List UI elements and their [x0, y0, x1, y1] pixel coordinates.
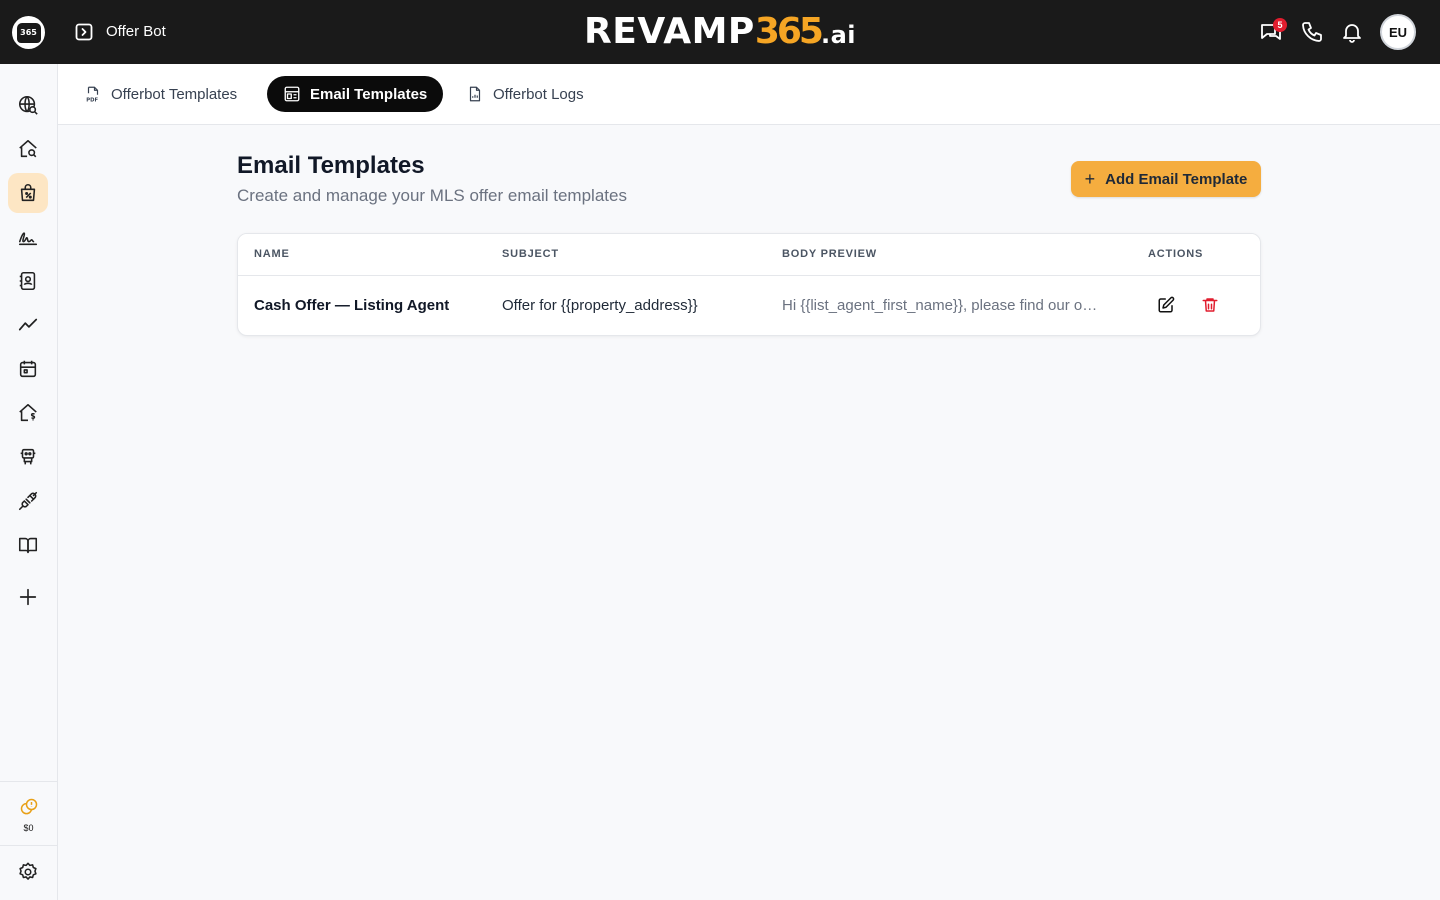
plug-icon — [18, 491, 38, 511]
add-email-template-button[interactable]: + Add Email Template — [1071, 161, 1261, 197]
calendar-icon — [19, 360, 37, 378]
trend-line-icon — [18, 318, 38, 331]
app-logo[interactable]: 365 — [12, 16, 45, 49]
home-search-icon — [19, 139, 37, 158]
sidebar-item-offer-bot[interactable] — [8, 173, 48, 213]
book-open-icon — [18, 537, 38, 554]
signature-icon — [18, 232, 38, 246]
tab-label: Email Templates — [310, 85, 428, 103]
column-header-subject: SUBJECT — [502, 248, 559, 260]
sidebar-item-contacts[interactable] — [8, 261, 48, 301]
notification-count-badge: 5 — [1273, 18, 1287, 32]
user-avatar[interactable]: EU — [1380, 14, 1416, 50]
sidebar-item-ai-agent[interactable] — [8, 437, 48, 477]
app-logo-text: 365 — [16, 22, 41, 43]
tab-label: Offerbot Templates — [111, 85, 238, 103]
edit-icon[interactable] — [1157, 296, 1175, 314]
sidebar-item-property-search[interactable] — [8, 129, 48, 169]
column-header-name: NAME — [254, 248, 290, 260]
sidebar-item-knowledge-base[interactable] — [8, 525, 48, 565]
trash-icon[interactable] — [1201, 296, 1219, 314]
robot-icon — [20, 448, 36, 465]
page-title: Email Templates — [237, 152, 425, 179]
table-header: NAME SUBJECT BODY PREVIEW ACTIONS — [238, 234, 1260, 276]
sidebar-divider — [0, 781, 57, 782]
coins-icon — [20, 798, 37, 815]
bell-icon[interactable] — [1340, 20, 1364, 44]
credits-amount: $0 — [23, 823, 34, 833]
brand-number: 365 — [754, 11, 824, 52]
pdf-file-icon: PDF — [86, 86, 98, 104]
page-subtitle: Create and manage your MLS offer email t… — [237, 186, 627, 205]
sidebar: $0 — [0, 64, 58, 900]
tab-offerbot-logs[interactable]: Offerbot Logs — [450, 76, 600, 112]
sidebar-item-market-search[interactable] — [8, 85, 48, 125]
template-layout-icon — [284, 86, 300, 102]
plus-icon — [19, 588, 37, 606]
template-subject: Offer for {{property_address}} — [502, 297, 698, 314]
sidebar-item-analytics[interactable] — [8, 305, 48, 345]
tab-email-templates[interactable]: Email Templates — [267, 76, 444, 112]
svg-text:PDF: PDF — [86, 98, 98, 104]
tab-label: Offerbot Logs — [493, 85, 584, 103]
sidebar-item-signatures[interactable] — [8, 217, 48, 257]
credits-balance[interactable]: $0 — [0, 797, 57, 833]
add-button-label: Add Email Template — [1105, 170, 1248, 188]
sidebar-item-add[interactable] — [8, 577, 48, 617]
contact-book-icon — [19, 271, 36, 291]
phone-icon[interactable] — [1300, 20, 1324, 44]
sidebar-divider-bottom — [0, 845, 57, 846]
table-row[interactable]: Cash Offer — Listing Agent Offer for {{p… — [238, 276, 1260, 335]
top-bar: 365 Offer Bot REVAMP 365 .ai 5 EU — [0, 0, 1440, 64]
plus-icon: + — [1084, 168, 1096, 189]
sidebar-item-integrations[interactable] — [8, 481, 48, 521]
brand-logo: REVAMP 365 .ai — [584, 10, 856, 54]
file-chart-icon — [469, 86, 481, 102]
tabs-bar: PDF Offerbot Templates Email Templates O… — [58, 64, 1440, 125]
home-dollar-icon — [19, 403, 37, 422]
brand-suffix: .ai — [820, 21, 857, 49]
sidebar-item-home-value[interactable] — [8, 393, 48, 433]
template-name: Cash Offer — Listing Agent — [254, 297, 450, 314]
sidebar-toggle-icon[interactable] — [75, 23, 93, 41]
shopping-bag-percent-icon — [20, 184, 36, 202]
brand-main: REVAMP — [584, 11, 755, 52]
gear-icon — [19, 862, 37, 880]
email-templates-table: NAME SUBJECT BODY PREVIEW ACTIONS Cash O… — [237, 233, 1261, 336]
sidebar-item-settings[interactable] — [8, 852, 48, 892]
template-body-preview: Hi {{list_agent_first_name}}, please fin… — [782, 297, 1098, 314]
page-name: Offer Bot — [106, 23, 166, 40]
globe-search-icon — [18, 95, 38, 115]
column-header-body-preview: BODY PREVIEW — [782, 248, 877, 260]
tab-offerbot-templates[interactable]: PDF Offerbot Templates — [68, 76, 253, 112]
sidebar-item-calendar[interactable] — [8, 349, 48, 389]
column-header-actions: ACTIONS — [1148, 248, 1204, 260]
